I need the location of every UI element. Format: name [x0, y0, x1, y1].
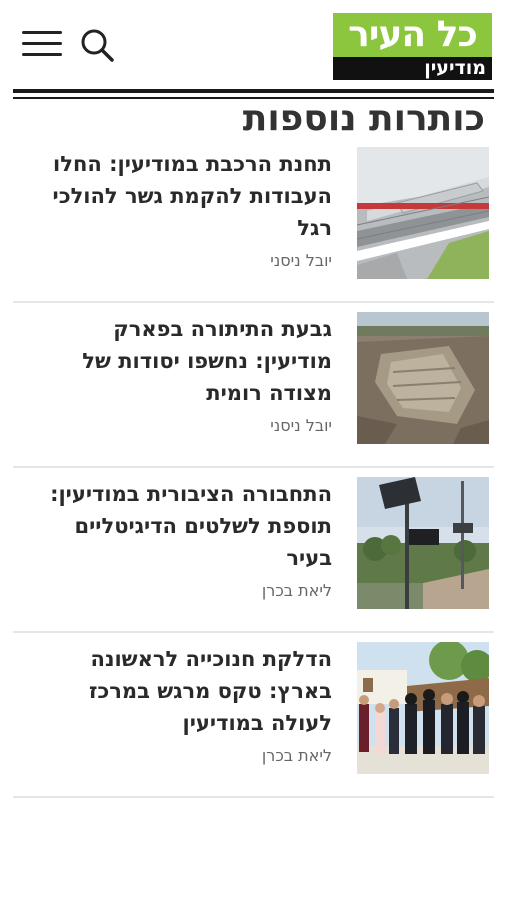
article-thumbnail[interactable] — [357, 477, 489, 609]
hamburger-menu-icon[interactable] — [22, 28, 62, 58]
search-icon[interactable] — [78, 26, 116, 64]
article-headline[interactable]: גבעת התיתורה בפארק מודיעין: נחשפו יסודות… — [32, 313, 332, 409]
article-headline[interactable]: הדלקת חנוכייה לראשונה בארץ: טקס מרגש במר… — [32, 643, 332, 739]
article-item[interactable]: התחבורה הציבורית במודיעין: תוספת לשלטים … — [13, 468, 494, 633]
article-author: ליאת בכרן — [261, 581, 332, 600]
article-thumbnail[interactable] — [357, 147, 489, 279]
page: כל העיר מודיעין כותרות נוספות תחנת הרכבת… — [0, 0, 507, 900]
article-author: יובל ניסני — [270, 251, 332, 270]
logo-city: מודיעין — [333, 57, 492, 80]
logo-title: כל העיר — [333, 13, 492, 57]
section-title: כותרות נוספות — [242, 98, 485, 139]
article-author: ליאת בכרן — [261, 746, 332, 765]
article-thumbnail[interactable] — [357, 642, 489, 774]
article-headline[interactable]: תחנת הרכבת במודיעין: החלו העבודות להקמת … — [32, 148, 332, 244]
site-logo[interactable]: כל העיר מודיעין — [333, 13, 492, 80]
article-item[interactable]: גבעת התיתורה בפארק מודיעין: נחשפו יסודות… — [13, 303, 494, 468]
article-headline[interactable]: התחבורה הציבורית במודיעין: תוספת לשלטים … — [32, 478, 332, 574]
article-thumbnail[interactable] — [357, 312, 489, 444]
article-list: תחנת הרכבת במודיעין: החלו העבודות להקמת … — [13, 138, 494, 798]
header: כל העיר מודיעין — [0, 0, 507, 88]
article-item[interactable]: תחנת הרכבת במודיעין: החלו העבודות להקמת … — [13, 138, 494, 303]
article-author: יובל ניסני — [270, 416, 332, 435]
header-divider-thick — [13, 89, 494, 93]
article-item[interactable]: הדלקת חנוכייה לראשונה בארץ: טקס מרגש במר… — [13, 633, 494, 798]
